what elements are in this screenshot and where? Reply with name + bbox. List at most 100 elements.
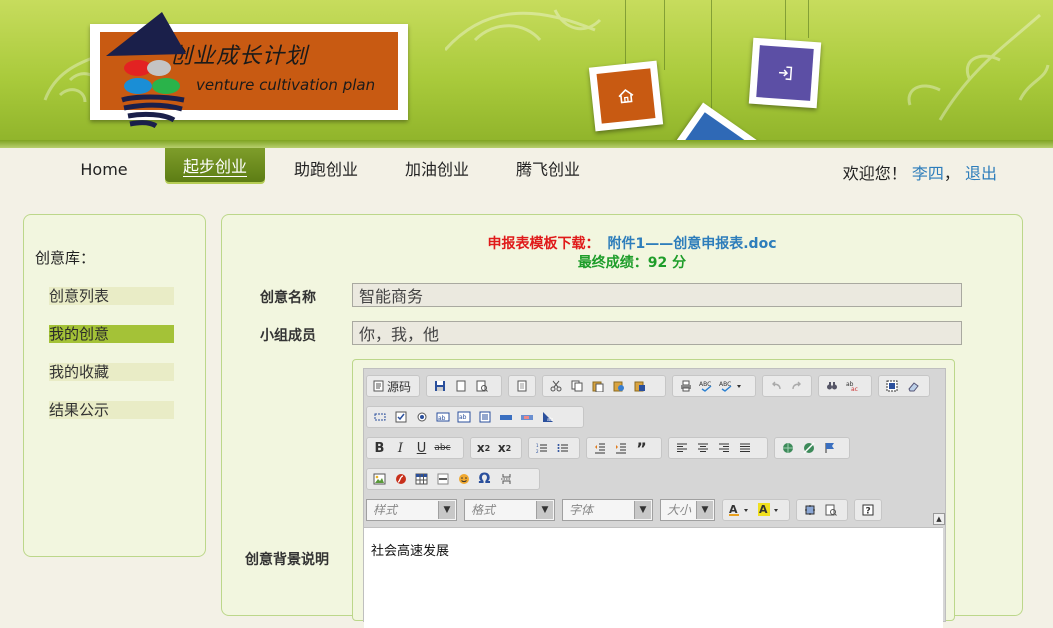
special-char-button[interactable]: Ω (474, 470, 495, 488)
form-button[interactable] (369, 408, 390, 426)
align-left-button[interactable] (671, 439, 692, 457)
svg-text:A: A (759, 503, 768, 516)
italic-button[interactable]: I (390, 439, 411, 457)
superscript-button[interactable]: x2 (494, 439, 515, 457)
sidebar-item-idea-list[interactable]: 创意列表 (49, 287, 174, 305)
page-break-icon (500, 474, 511, 484)
bulleted-list-button[interactable] (552, 439, 573, 457)
paste-word-button[interactable] (629, 377, 650, 395)
members-field[interactable] (352, 321, 962, 345)
image-button-field-button[interactable] (516, 408, 537, 426)
svg-text:ab: ab (438, 415, 446, 422)
download-link[interactable]: 附件1——创意申报表.doc (608, 236, 777, 252)
subscript-button[interactable]: x2 (473, 439, 494, 457)
spellcheck-button[interactable]: ABC (696, 377, 717, 395)
tile-string (625, 0, 626, 66)
horizontal-rule-button[interactable] (432, 470, 453, 488)
find-button[interactable] (821, 377, 842, 395)
toolbar-group-document: 源码 (366, 375, 420, 397)
smiley-button[interactable] (453, 470, 474, 488)
format-select[interactable]: 格式 ▼ (464, 499, 555, 521)
login-tile-button[interactable] (748, 37, 822, 109)
source-button[interactable]: 源码 (369, 377, 415, 395)
tile-string (711, 0, 712, 110)
toolbar-group-print-spell: ABC ABC (672, 375, 756, 397)
radio-button[interactable] (411, 408, 432, 426)
table-button[interactable] (411, 470, 432, 488)
idea-name-field[interactable] (352, 283, 962, 307)
button-field-button[interactable] (495, 408, 516, 426)
home-tile-button[interactable] (588, 60, 664, 132)
separator: ， (943, 164, 960, 183)
nav-item-runup-venture[interactable]: 助跑创业 (286, 156, 366, 184)
remove-format-button[interactable] (902, 377, 923, 395)
align-right-button[interactable] (713, 439, 734, 457)
help-icon: ? (862, 504, 873, 516)
font-select[interactable]: 字体 ▼ (562, 499, 653, 521)
text-color-button[interactable]: A (725, 501, 755, 519)
collapse-toolbar-button[interactable]: ▲ (933, 513, 945, 525)
print-button[interactable] (675, 377, 696, 395)
sidebar-item-results[interactable]: 结果公示 (49, 401, 174, 419)
show-blocks-button[interactable] (820, 501, 841, 519)
bg-color-button[interactable]: A (755, 501, 785, 519)
toolbar-group-tools (796, 499, 848, 521)
select-all-button[interactable] (881, 377, 902, 395)
underline-button[interactable]: U (411, 439, 432, 457)
nav-item-soar-venture[interactable]: 腾飞创业 (508, 156, 588, 184)
paste-button[interactable] (587, 377, 608, 395)
link-button[interactable] (777, 439, 798, 457)
scayt-button[interactable]: ABC (717, 377, 745, 395)
paste-icon (592, 381, 603, 392)
select-field-button[interactable] (474, 408, 495, 426)
flash-button[interactable] (390, 470, 411, 488)
about-button[interactable]: ? (857, 501, 878, 519)
outdent-button[interactable] (589, 439, 610, 457)
maximize-icon (804, 505, 815, 515)
undo-button[interactable] (765, 377, 786, 395)
align-center-button[interactable] (692, 439, 713, 457)
copy-button[interactable] (566, 377, 587, 395)
paste-text-button[interactable] (608, 377, 629, 395)
style-select[interactable]: 样式 ▼ (366, 499, 457, 521)
svg-text:ab: ab (459, 414, 467, 421)
size-select[interactable]: 大小 ▼ (660, 499, 715, 521)
outdent-icon (594, 443, 605, 454)
indent-button[interactable] (610, 439, 631, 457)
sidebar-item-my-ideas[interactable]: 我的创意 (49, 325, 174, 343)
checkbox-button[interactable] (390, 408, 411, 426)
bold-button[interactable]: B (369, 439, 390, 457)
sidebar-item-my-favorites[interactable]: 我的收藏 (49, 363, 174, 381)
cut-button[interactable] (545, 377, 566, 395)
unlink-button[interactable] (798, 439, 819, 457)
chevron-down-icon: ▼ (634, 501, 651, 519)
justify-button[interactable] (734, 439, 755, 457)
replace-button[interactable]: ab ac (842, 377, 863, 395)
paste-word-icon (634, 381, 645, 392)
nav-item-home[interactable]: Home (72, 156, 136, 184)
text-field-button[interactable]: ab (432, 408, 453, 426)
image-button[interactable] (369, 470, 390, 488)
preview-button[interactable] (471, 377, 492, 395)
textarea-button[interactable]: ab (453, 408, 474, 426)
save-button[interactable] (429, 377, 450, 395)
hidden-field-button[interactable]: ab (537, 408, 558, 426)
logout-tile-button[interactable] (665, 102, 759, 145)
page-break-button[interactable] (495, 470, 516, 488)
redo-button[interactable] (786, 377, 807, 395)
logout-link[interactable]: 退出 (965, 164, 997, 183)
button-icon (499, 415, 512, 420)
toolbar-group-forms: ab ab ab (366, 406, 584, 428)
templates-button[interactable] (511, 377, 532, 395)
strike-button[interactable]: abc (432, 439, 453, 457)
user-name-link[interactable]: 李四 (912, 164, 944, 183)
numbered-list-button[interactable]: 12 (531, 439, 552, 457)
new-page-button[interactable] (450, 377, 471, 395)
nav-item-start-venture[interactable]: 起步创业 (165, 148, 265, 182)
nav-item-boost-venture[interactable]: 加油创业 (397, 156, 477, 184)
svg-text:ac: ac (851, 386, 858, 392)
anchor-button[interactable] (819, 439, 840, 457)
editor-content-area[interactable]: 社会高速发展 (364, 527, 943, 628)
blockquote-button[interactable]: ” (631, 439, 652, 458)
maximize-button[interactable] (799, 501, 820, 519)
